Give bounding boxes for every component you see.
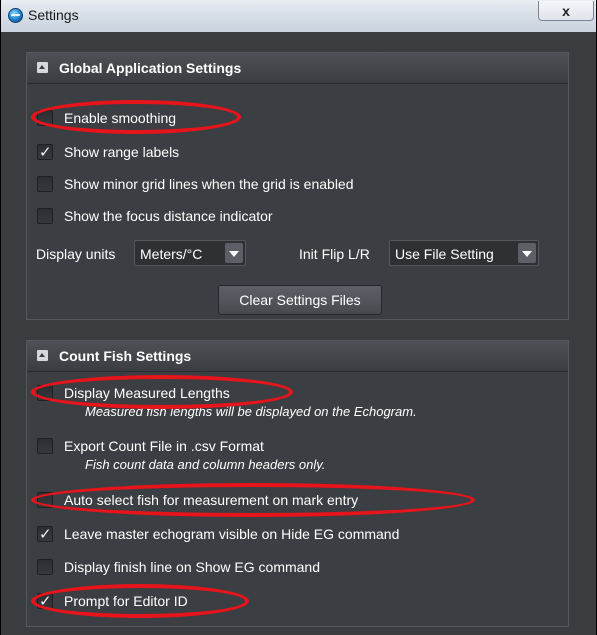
option-label: Leave master echogram visible on Hide EG…: [64, 526, 400, 542]
annotation-ellipse: [31, 375, 293, 409]
focus-distance-checkbox[interactable]: [37, 208, 53, 224]
option-description: Fish count data and column headers only.: [85, 457, 326, 472]
option-label: Export Count File in .csv Format: [64, 438, 264, 454]
app-icon: [8, 8, 23, 23]
display-units-label: Display units: [36, 246, 116, 262]
chevron-down-icon[interactable]: [225, 243, 243, 263]
display-units-value: Meters/°C: [140, 246, 203, 262]
display-units-select[interactable]: Meters/°C: [134, 240, 246, 266]
collapse-icon[interactable]: [37, 350, 48, 361]
count-fish-header[interactable]: Count Fish Settings: [27, 341, 568, 372]
count-fish-title: Count Fish Settings: [59, 348, 192, 364]
global-settings-title: Global Application Settings: [59, 60, 242, 76]
show-minor-grid-checkbox[interactable]: [37, 176, 53, 192]
window-title: Settings: [28, 7, 79, 23]
title-bar[interactable]: Settings x: [1, 0, 596, 32]
settings-window: Settings x Global Application Settings E…: [0, 0, 597, 635]
close-icon: x: [562, 2, 570, 19]
show-range-labels-checkbox[interactable]: [37, 143, 53, 161]
clear-settings-files-button[interactable]: Clear Settings Files: [218, 285, 382, 315]
annotation-ellipse: [31, 584, 249, 618]
annotation-ellipse: [31, 483, 475, 517]
leave-master-echogram-checkbox[interactable]: [37, 525, 53, 543]
close-button[interactable]: x: [538, 1, 594, 21]
init-flip-value: Use File Setting: [395, 246, 494, 262]
global-settings-header[interactable]: Global Application Settings: [27, 53, 568, 84]
chevron-down-icon[interactable]: [518, 243, 536, 263]
option-label: Show the focus distance indicator: [64, 208, 273, 224]
option-label: Display finish line on Show EG command: [64, 559, 321, 575]
export-csv-checkbox[interactable]: [37, 438, 53, 454]
init-flip-label: Init Flip L/R: [299, 246, 370, 262]
option-label: Show range labels: [64, 144, 180, 160]
collapse-icon[interactable]: [37, 62, 48, 73]
annotation-ellipse: [31, 100, 241, 134]
option-label: Show minor grid lines when the grid is e…: [64, 176, 354, 192]
init-flip-select[interactable]: Use File Setting: [389, 240, 539, 266]
display-finish-line-checkbox[interactable]: [37, 559, 53, 575]
